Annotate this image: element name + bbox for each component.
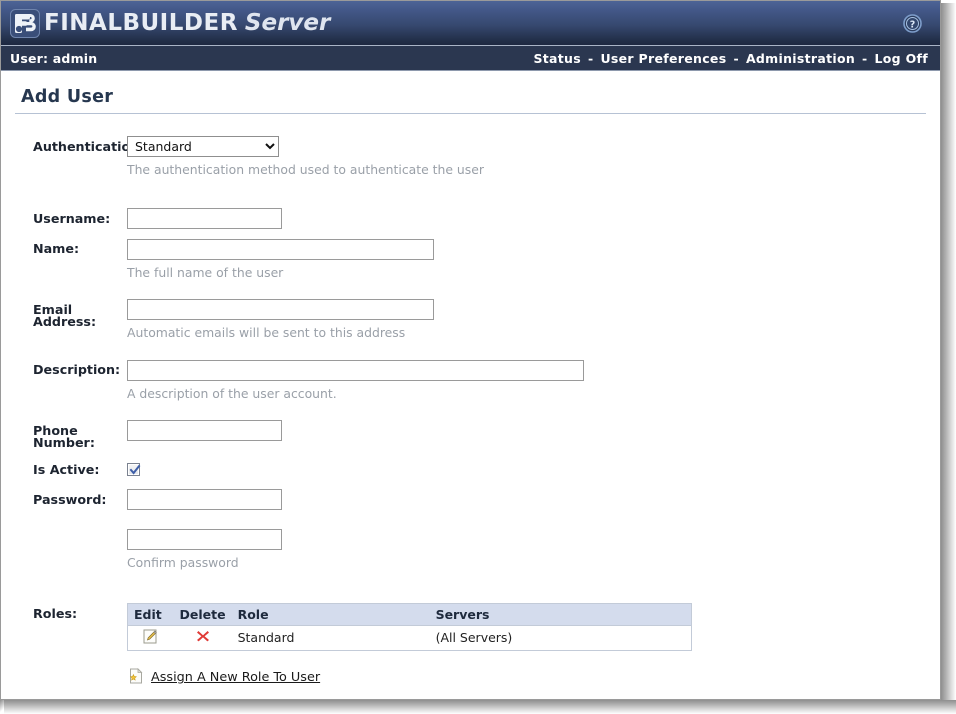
field-row-password: Password:	[15, 489, 926, 511]
app-frame: FINALBUILDER Server ? User: admin Status …	[0, 0, 941, 700]
confirm-password-input[interactable]	[127, 528, 282, 550]
name-label: Name:	[33, 241, 80, 257]
app-header: FINALBUILDER Server ?	[1, 1, 940, 46]
field-row-name: Name: The full name of the user	[15, 238, 926, 280]
column-header-edit: Edit	[127, 603, 174, 626]
description-input[interactable]	[127, 359, 584, 381]
field-row-roles: Roles: Edit Delete Role Servers Standard…	[15, 602, 926, 688]
nav-separator: -	[587, 50, 594, 66]
name-hint: The full name of the user	[127, 264, 284, 280]
description-label: Description:	[33, 362, 121, 378]
roles-table: Edit Delete Role Servers Standard (All S…	[127, 602, 692, 651]
roles-label: Roles:	[33, 605, 78, 621]
page-content: Add User Authentication: Standard The au…	[1, 87, 940, 688]
page-title: Add User	[15, 87, 926, 114]
field-row-description: Description: A description of the user a…	[15, 359, 926, 401]
red-x-delete-icon[interactable]	[196, 629, 210, 646]
fb-logo-icon	[10, 8, 40, 38]
brand-title: FINALBUILDER Server	[44, 9, 331, 36]
role-edit-cell	[127, 625, 174, 651]
field-row-phone: Phone Number:	[15, 420, 926, 450]
field-row-username: Username:	[15, 208, 926, 230]
frame-shadow-corner	[0, 700, 4, 714]
nav-link-status[interactable]: Status	[533, 51, 581, 66]
role-delete-cell	[173, 625, 232, 651]
password-label: Password:	[33, 491, 107, 507]
is-active-checkbox[interactable]	[127, 462, 141, 476]
checkmark-icon	[129, 464, 141, 475]
field-row-confirm-password: Confirm password	[15, 528, 926, 570]
password-input[interactable]	[127, 489, 282, 511]
brand-primary: FINALBUILDER	[44, 9, 238, 36]
phone-label: Phone Number:	[33, 422, 95, 451]
nav-link-administration[interactable]: Administration	[746, 51, 855, 66]
email-hint: Automatic emails will be sent to this ad…	[127, 325, 406, 341]
add-user-form: Authentication: Standard The authenticat…	[15, 136, 926, 688]
email-input[interactable]	[127, 299, 434, 321]
email-label: Email Address:	[33, 301, 97, 330]
authentication-label: Authentication:	[33, 139, 145, 154]
column-header-servers: Servers	[429, 603, 692, 626]
authentication-select[interactable]: Standard	[127, 136, 279, 157]
help-circle-icon[interactable]: ?	[903, 14, 922, 33]
description-hint: A description of the user account.	[127, 385, 337, 401]
confirm-password-label-spacer	[15, 528, 127, 533]
frame-shadow-right	[941, 3, 956, 700]
nav-separator: -	[733, 50, 739, 66]
assign-new-role-link[interactable]: Assign A New Role To User	[151, 670, 320, 685]
name-input[interactable]	[127, 238, 434, 260]
nav-links: Status - User Preferences - Administrati…	[533, 51, 928, 66]
role-name-cell: Standard	[231, 625, 430, 651]
column-header-delete: Delete	[173, 603, 232, 626]
brand-secondary: Server	[244, 9, 331, 36]
nav-link-log-off[interactable]: Log Off	[875, 51, 928, 66]
current-user-label: User: admin	[10, 50, 98, 66]
field-row-is-active: Is Active:	[15, 459, 926, 480]
username-input[interactable]	[127, 208, 282, 230]
nav-link-user-preferences[interactable]: User Preferences	[600, 51, 726, 66]
field-row-email: Email Address: Automatic emails will be …	[15, 299, 926, 341]
svg-text:?: ?	[910, 19, 916, 30]
username-label: Username:	[33, 210, 111, 226]
nav-separator: -	[862, 50, 868, 66]
column-header-role: Role	[231, 603, 430, 626]
brand-logo[interactable]: FINALBUILDER Server	[1, 8, 331, 38]
new-page-star-icon	[129, 667, 144, 688]
assign-role-link-row[interactable]: Assign A New Role To User	[127, 667, 926, 688]
pencil-edit-icon[interactable]	[143, 629, 158, 647]
role-servers-cell: (All Servers)	[429, 625, 692, 651]
phone-input[interactable]	[127, 420, 282, 441]
secondary-navbar: User: admin Status - User Preferences - …	[1, 46, 940, 71]
field-row-authentication: Authentication: Standard The authenticat…	[15, 136, 926, 178]
app-page: FINALBUILDER Server ? User: admin Status …	[0, 0, 956, 714]
frame-shadow-bottom	[3, 700, 956, 714]
confirm-password-hint: Confirm password	[127, 554, 239, 570]
roles-table-header-row: Edit Delete Role Servers	[127, 603, 692, 626]
table-row: Standard (All Servers)	[127, 625, 692, 651]
is-active-label: Is Active:	[33, 461, 100, 477]
authentication-hint: The authentication method used to authen…	[127, 162, 484, 177]
